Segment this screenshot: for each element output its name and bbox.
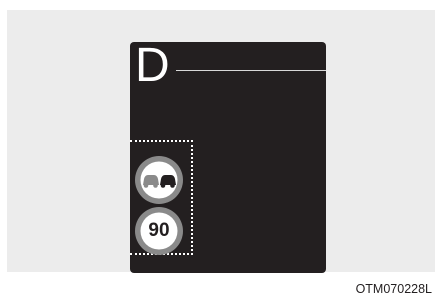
speed-limit-value: 90: [148, 220, 170, 241]
gear-divider-line: [176, 70, 326, 71]
no-overtaking-sign-icon: [135, 156, 183, 204]
cluster-display: D 90: [130, 42, 326, 273]
figure-code: OTM070228L: [355, 282, 432, 296]
gear-indicator: D: [135, 42, 170, 92]
